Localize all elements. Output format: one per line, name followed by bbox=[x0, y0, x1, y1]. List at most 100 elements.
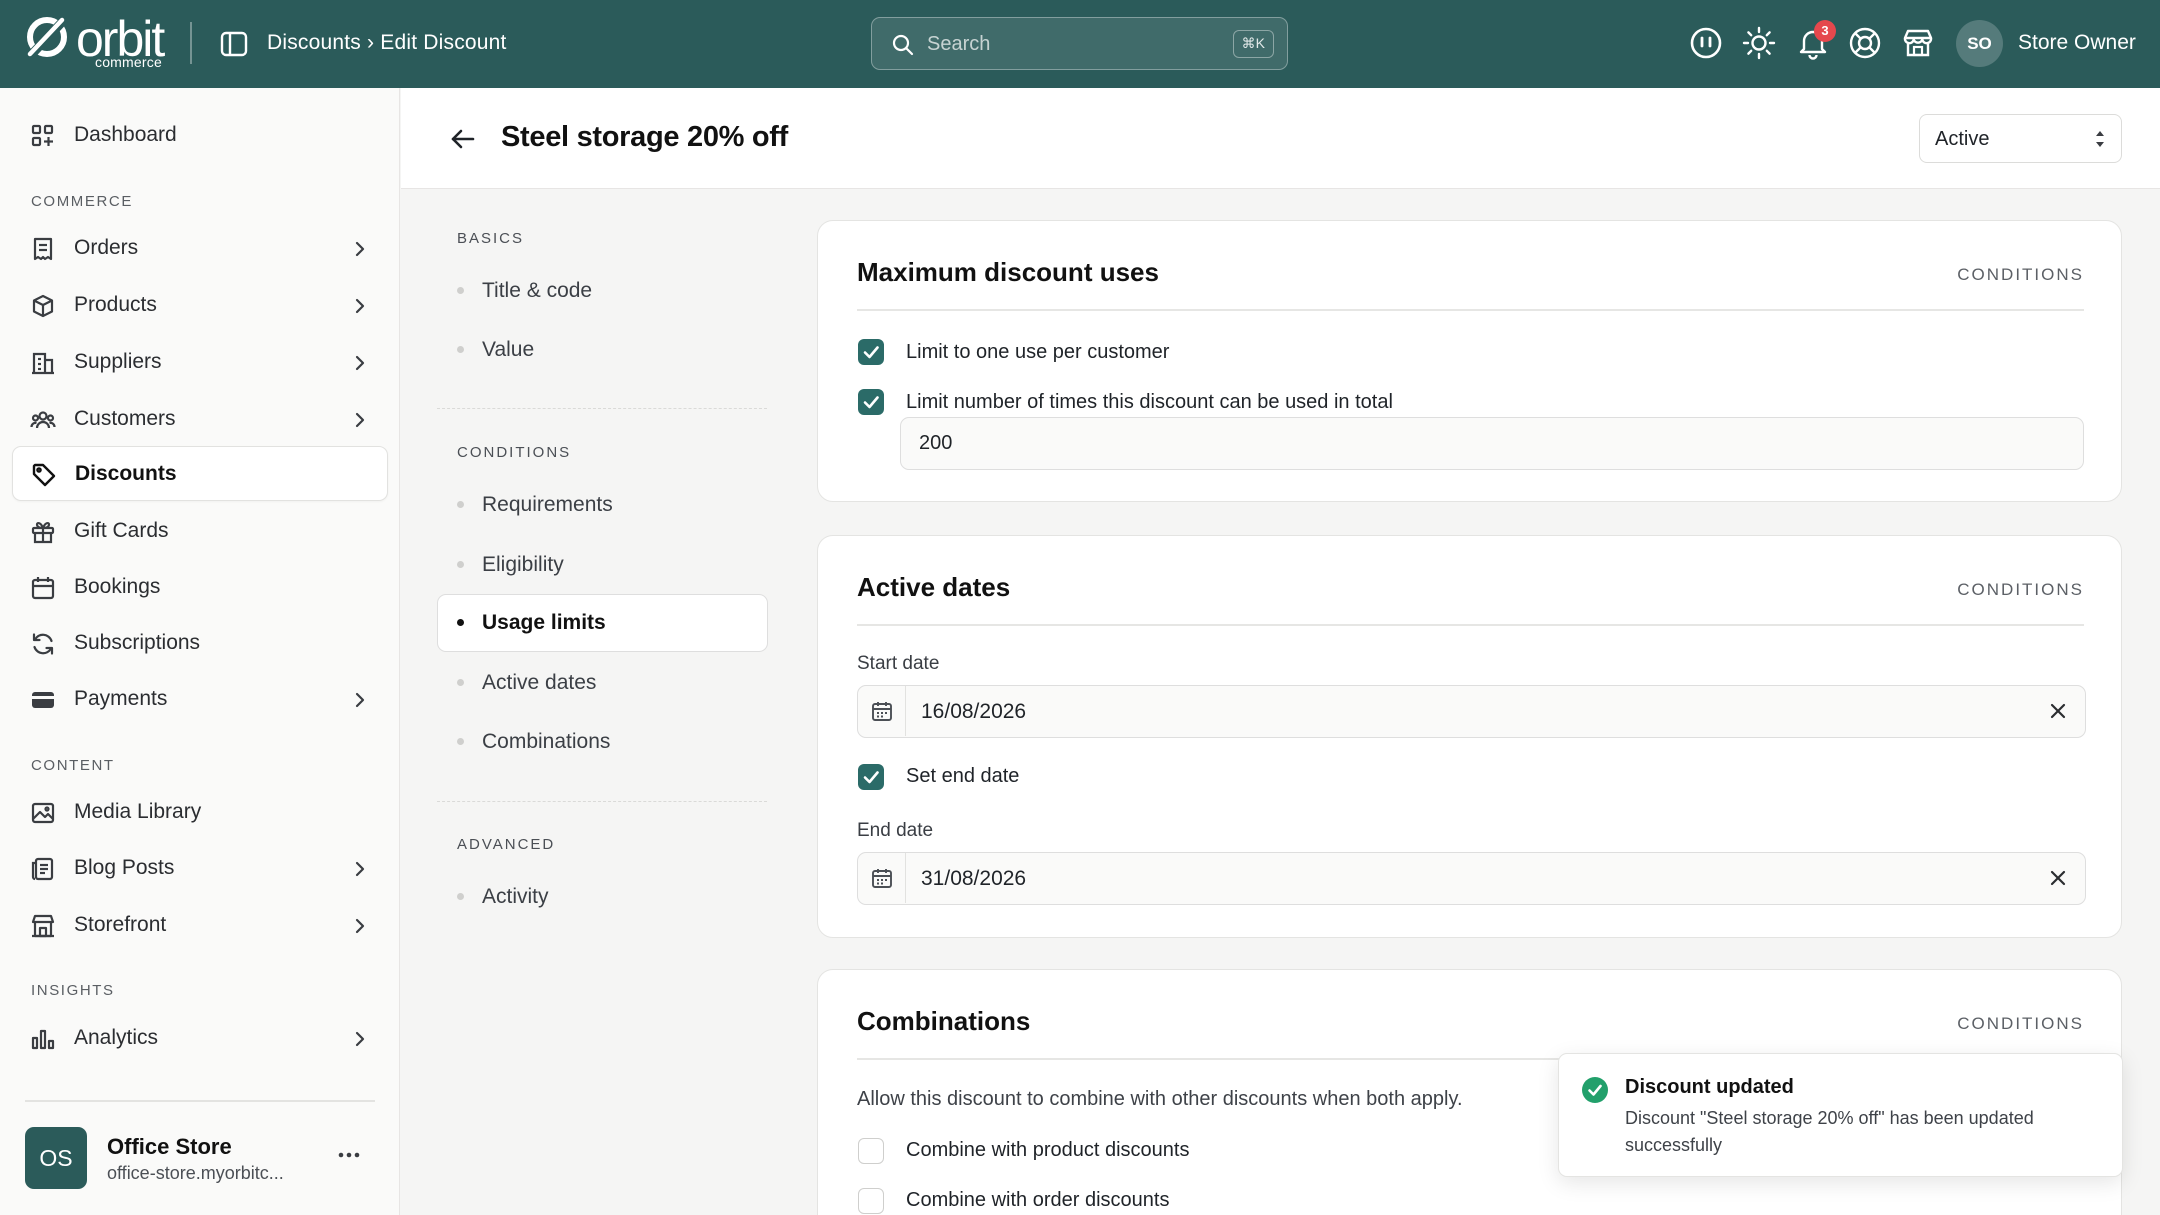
sidebar-section-commerce: COMMERCE bbox=[31, 193, 133, 210]
section-nav-usage-limits[interactable]: Usage limits bbox=[437, 594, 768, 652]
sidebar-item-subscriptions[interactable]: Subscriptions bbox=[12, 616, 388, 671]
user-avatar[interactable]: SO bbox=[1956, 20, 2003, 67]
document-icon bbox=[31, 857, 54, 881]
combine-order-discounts-label[interactable]: Combine with order discounts bbox=[906, 1189, 1169, 1212]
calendar-icon[interactable] bbox=[858, 853, 906, 903]
section-nav-basics-heading: BASICS bbox=[457, 230, 525, 247]
search-box[interactable]: ⌘K bbox=[871, 17, 1288, 70]
top-bar: orbit commerce Discounts › Edit Discount… bbox=[0, 0, 2160, 88]
sidebar-item-label: Customers bbox=[74, 407, 176, 430]
sidebar-item-storefront[interactable]: Storefront bbox=[12, 898, 388, 953]
ai-assistant-icon[interactable] bbox=[1688, 25, 1724, 61]
sidebar-item-payments[interactable]: Payments bbox=[12, 672, 388, 727]
sidebar-item-products[interactable]: Products bbox=[12, 278, 388, 333]
sidebar-item-gift-cards[interactable]: Gift Cards bbox=[12, 504, 388, 559]
combine-order-discounts-checkbox[interactable] bbox=[858, 1188, 884, 1214]
store-icon[interactable] bbox=[1900, 25, 1936, 61]
section-nav-divider bbox=[437, 801, 767, 802]
sidebar-item-discounts[interactable]: Discounts bbox=[12, 446, 388, 501]
section-nav-value[interactable]: Value bbox=[437, 321, 768, 377]
sun-icon[interactable] bbox=[1741, 25, 1777, 61]
section-nav-divider bbox=[437, 408, 767, 409]
section-nav-combinations[interactable]: Combinations bbox=[437, 713, 768, 769]
card-section-tag: CONDITIONS bbox=[1957, 265, 2084, 284]
end-date-value: 31/08/2026 bbox=[921, 867, 1027, 890]
limit-total-uses-label[interactable]: Limit number of times this discount can … bbox=[906, 391, 1393, 414]
usage-limits-card: Maximum discount uses CONDITIONS Limit t… bbox=[817, 220, 2122, 502]
one-use-per-customer-checkbox[interactable] bbox=[858, 339, 884, 365]
credit-card-icon bbox=[32, 692, 54, 708]
bullet-dot bbox=[457, 679, 464, 686]
sidebar-item-label: Dashboard bbox=[74, 123, 177, 146]
sidebar-item-label: Suppliers bbox=[74, 350, 162, 373]
select-arrows-icon bbox=[2096, 131, 2104, 147]
sidebar-item-customers[interactable]: Customers bbox=[12, 392, 388, 447]
card-section-tag: CONDITIONS bbox=[1957, 1014, 2084, 1033]
sidebar-item-label: Analytics bbox=[74, 1026, 159, 1049]
calendar-icon[interactable] bbox=[858, 686, 906, 736]
combinations-help-text: Allow this discount to combine with othe… bbox=[857, 1088, 1463, 1110]
success-toast[interactable]: Discount updated Discount "Steel storage… bbox=[1558, 1053, 2123, 1177]
toast-message: Discount "Steel storage 20% off" has bee… bbox=[1625, 1108, 2034, 1155]
storefront-icon bbox=[31, 914, 55, 938]
card-title: Active dates bbox=[857, 572, 1011, 602]
sidebar-item-media-library[interactable]: Media Library bbox=[12, 785, 388, 840]
search-shortcut-badge: ⌘K bbox=[1232, 30, 1274, 58]
bullet-dot bbox=[457, 893, 464, 900]
one-use-per-customer-label[interactable]: Limit to one use per customer bbox=[906, 341, 1169, 364]
clear-x-icon[interactable] bbox=[2047, 700, 2069, 722]
back-arrow-icon[interactable] bbox=[448, 124, 478, 154]
store-name[interactable]: Office Store bbox=[107, 1134, 232, 1160]
check-icon bbox=[863, 346, 879, 359]
sidebar-item-label: Gift Cards bbox=[74, 519, 169, 542]
set-end-date-checkbox[interactable] bbox=[858, 764, 884, 790]
card-divider bbox=[857, 309, 2084, 311]
check-icon bbox=[863, 771, 879, 784]
sidebar-item-analytics[interactable]: Analytics bbox=[12, 1011, 388, 1066]
sidebar-item-label: Subscriptions bbox=[74, 631, 201, 654]
check-icon bbox=[863, 396, 879, 409]
status-select[interactable]: Active bbox=[1919, 114, 2122, 163]
sidebar-item-dashboard[interactable]: Dashboard bbox=[12, 108, 388, 163]
notification-count-badge: 3 bbox=[1814, 20, 1836, 42]
set-end-date-label[interactable]: Set end date bbox=[906, 765, 1019, 788]
sidebar-item-orders[interactable]: Orders bbox=[12, 221, 388, 276]
sidebar-item-label: Storefront bbox=[74, 913, 167, 936]
search-input[interactable] bbox=[927, 28, 1217, 60]
page-title: Steel storage 20% off bbox=[501, 121, 789, 153]
topbar-divider bbox=[190, 22, 192, 64]
store-url: office-store.myorbitc... bbox=[107, 1163, 284, 1183]
sidebar-item-label: Products bbox=[74, 293, 157, 316]
sidebar-item-bookings[interactable]: Bookings bbox=[12, 560, 388, 615]
chevron-right-icon bbox=[355, 355, 365, 371]
limit-total-uses-checkbox[interactable] bbox=[858, 389, 884, 415]
tag-icon bbox=[32, 463, 56, 487]
orbit-logo-icon bbox=[27, 16, 68, 58]
sidebar-item-suppliers[interactable]: Suppliers bbox=[12, 335, 388, 390]
more-options-icon[interactable] bbox=[336, 1150, 362, 1160]
section-nav-requirements[interactable]: Requirements bbox=[437, 476, 768, 532]
section-nav-activity[interactable]: Activity bbox=[437, 868, 768, 924]
clear-x-icon[interactable] bbox=[2047, 867, 2069, 889]
store-avatar[interactable]: OS bbox=[25, 1127, 87, 1189]
sidebar-item-blog-posts[interactable]: Blog Posts bbox=[12, 841, 388, 896]
total-uses-input[interactable] bbox=[900, 417, 2084, 470]
sidebar-item-label: Media Library bbox=[74, 800, 202, 823]
refresh-icon bbox=[32, 633, 54, 655]
end-date-field[interactable]: 31/08/2026 bbox=[857, 852, 2086, 905]
section-nav-label: Requirements bbox=[482, 493, 613, 516]
bar-chart-icon bbox=[31, 1029, 55, 1050]
box-icon bbox=[32, 294, 54, 318]
sidebar-item-label: Orders bbox=[74, 236, 139, 259]
orbit-logo[interactable]: orbit commerce bbox=[24, 14, 165, 70]
combine-product-discounts-checkbox[interactable] bbox=[858, 1138, 884, 1164]
section-nav-active-dates[interactable]: Active dates bbox=[437, 654, 768, 710]
sidebar-toggle-icon[interactable] bbox=[219, 29, 249, 59]
help-lifebuoy-icon[interactable] bbox=[1847, 25, 1883, 61]
start-date-value: 16/08/2026 bbox=[921, 700, 1027, 723]
section-nav-title-code[interactable]: Title & code bbox=[437, 262, 768, 318]
user-name[interactable]: Store Owner bbox=[2018, 31, 2136, 55]
start-date-field[interactable]: 16/08/2026 bbox=[857, 685, 2086, 738]
combine-product-discounts-label[interactable]: Combine with product discounts bbox=[906, 1139, 1189, 1162]
section-nav-eligibility[interactable]: Eligibility bbox=[437, 536, 768, 592]
